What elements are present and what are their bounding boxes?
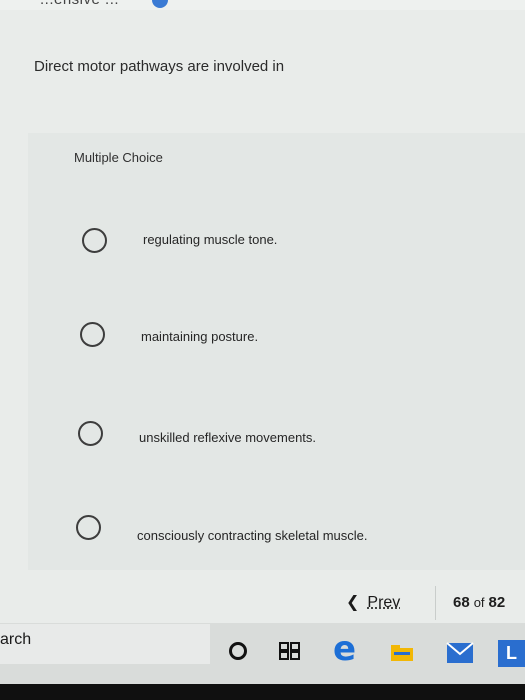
- option-radio-3[interactable]: [78, 421, 103, 446]
- edge-browser-icon[interactable]: e: [333, 632, 356, 666]
- task-view-icon[interactable]: [279, 642, 301, 660]
- help-circle-icon[interactable]: [152, 0, 168, 8]
- question-text: Direct motor pathways are involved in: [34, 58, 285, 75]
- total-pages: 82: [488, 594, 506, 611]
- screen-bezel: [0, 684, 525, 700]
- taskbar-search-box[interactable]: [0, 624, 210, 664]
- current-page: 68: [453, 594, 470, 611]
- header-strip: ...ensive ...: [0, 0, 525, 10]
- option-label-4[interactable]: consciously contracting skeletal muscle.: [137, 528, 368, 543]
- option-radio-1[interactable]: [82, 228, 107, 253]
- option-label-2[interactable]: maintaining posture.: [141, 329, 258, 344]
- option-label-3[interactable]: unskilled reflexive movements.: [139, 430, 316, 445]
- prev-button[interactable]: ❮ Prev: [346, 592, 400, 612]
- cortana-icon[interactable]: [229, 642, 247, 660]
- option-radio-2[interactable]: [80, 322, 105, 347]
- option-label-1[interactable]: regulating muscle tone.: [143, 232, 277, 247]
- page-counter[interactable]: 68 of 82: [453, 594, 505, 611]
- taskbar-search-text: arch: [0, 631, 32, 648]
- nav-divider: [435, 586, 436, 620]
- header-fragment: ...ensive ...: [40, 0, 119, 8]
- answer-panel: [28, 133, 525, 570]
- question-type-label: Multiple Choice: [74, 150, 163, 165]
- prev-label: Prev: [367, 594, 401, 611]
- mail-icon[interactable]: [446, 642, 474, 664]
- chevron-left-icon: ❮: [346, 594, 360, 611]
- of-label: of: [473, 595, 485, 610]
- launcher-icon[interactable]: L: [498, 640, 525, 667]
- option-radio-4[interactable]: [76, 515, 101, 540]
- file-explorer-icon[interactable]: [391, 645, 413, 661]
